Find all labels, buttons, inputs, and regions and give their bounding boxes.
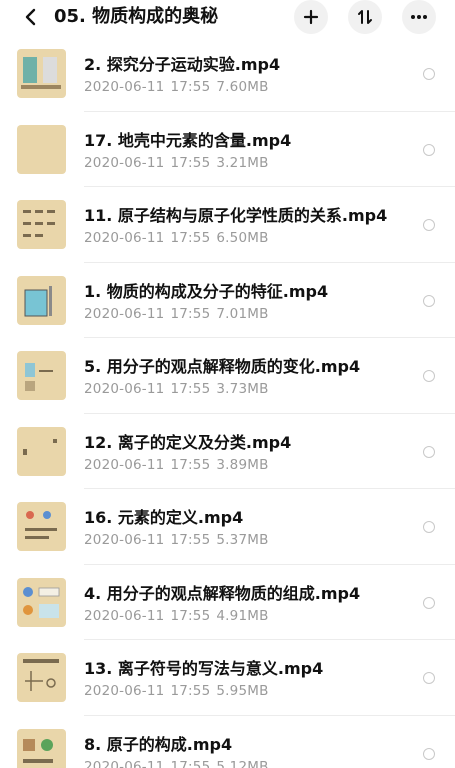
- file-time: 17:55: [170, 154, 211, 171]
- select-radio[interactable]: [423, 672, 435, 684]
- video-thumbnail: [17, 728, 66, 768]
- file-row[interactable]: 8. 原子的构成.mp4 2020-06-11 17:55 5.12MB: [0, 716, 455, 768]
- video-thumbnail: [17, 426, 66, 476]
- file-size: 7.60MB: [216, 79, 269, 95]
- file-time: 17:55: [170, 381, 211, 397]
- file-row[interactable]: 13. 离子符号的写法与意义.mp4 2020-06-11 17:55 5.95MB: [0, 640, 455, 716]
- file-time: 17:55: [170, 683, 211, 699]
- video-thumbnail: [17, 351, 66, 400]
- file-meta: 2020-06-11 17:55 4.91MB: [84, 608, 275, 624]
- select-radio[interactable]: [423, 747, 435, 760]
- file-date: 2020-06-11: [84, 305, 165, 322]
- file-time: 17:55: [170, 758, 211, 768]
- video-thumbnail: [17, 653, 66, 702]
- file-name: 5. 用分子的观点解释物质的变化.mp4: [84, 357, 361, 376]
- select-radio[interactable]: [423, 445, 435, 458]
- file-row[interactable]: 1. 物质的构成及分子的特征.mp4 2020-06-11 17:55 7.01MB: [0, 263, 455, 339]
- file-size: 4.91MB: [216, 607, 269, 624]
- file-date: 2020-06-11: [84, 154, 165, 171]
- file-name: 16. 元素的定义.mp4: [84, 508, 244, 527]
- file-name: 1. 物质的构成及分子的特征.mp4: [84, 281, 329, 301]
- file-size: 3.89MB: [216, 456, 269, 473]
- more-horizontal-icon: [411, 15, 427, 19]
- file-size: 6.50MB: [216, 230, 269, 246]
- add-button[interactable]: [294, 0, 328, 34]
- file-time: 17:55: [170, 456, 211, 473]
- file-row[interactable]: 12. 离子的定义及分类.mp4 2020-06-11 17:55 3.89MB: [0, 414, 455, 490]
- sort-icon: [358, 10, 372, 24]
- file-date: 2020-06-11: [84, 758, 165, 768]
- file-row[interactable]: 2. 探究分子运动实验.mp4 2020-06-11 17:55 7.60MB: [0, 36, 455, 112]
- file-time: 17:55: [170, 532, 211, 548]
- select-radio[interactable]: [423, 370, 435, 382]
- file-size: 5.95MB: [216, 683, 269, 699]
- file-meta: 2020-06-11 17:55 3.89MB: [84, 457, 275, 473]
- file-date: 2020-06-11: [84, 381, 165, 397]
- file-meta: 2020-06-11 17:55 3.21MB: [84, 155, 275, 171]
- file-meta: 2020-06-11 17:55 5.95MB: [84, 683, 275, 699]
- file-name: 2. 探究分子运动实验.mp4: [84, 55, 281, 74]
- file-name: 11. 原子结构与原子化学性质的关系.mp4: [84, 206, 388, 225]
- top-bar: 05. 物质构成的奥秘: [0, 0, 455, 36]
- file-date: 2020-06-11: [84, 456, 165, 473]
- file-time: 17:55: [170, 305, 211, 322]
- file-row[interactable]: 17. 地壳中元素的含量.mp4 2020-06-11 17:55 3.21MB: [0, 112, 455, 188]
- file-name: 8. 原子的构成.mp4: [84, 734, 233, 754]
- file-size: 5.37MB: [216, 532, 269, 548]
- file-date: 2020-06-11: [84, 607, 165, 624]
- file-date: 2020-06-11: [84, 532, 165, 548]
- file-date: 2020-06-11: [84, 230, 165, 246]
- more-button[interactable]: [402, 0, 436, 34]
- select-radio[interactable]: [423, 521, 435, 533]
- video-thumbnail: [17, 200, 66, 249]
- select-radio[interactable]: [423, 294, 435, 307]
- file-time: 17:55: [170, 230, 211, 246]
- file-size: 7.01MB: [216, 305, 269, 322]
- file-date: 2020-06-11: [84, 683, 165, 699]
- sort-button[interactable]: [348, 0, 382, 34]
- video-thumbnail: [17, 502, 66, 551]
- file-row[interactable]: 16. 元素的定义.mp4 2020-06-11 17:55 5.37MB: [0, 489, 455, 565]
- video-thumbnail: [17, 49, 66, 98]
- file-size: 5.12MB: [216, 758, 269, 768]
- file-meta: 2020-06-11 17:55 6.50MB: [84, 230, 275, 246]
- file-meta: 2020-06-11 17:55 7.60MB: [84, 79, 275, 95]
- select-radio[interactable]: [423, 68, 435, 80]
- select-radio[interactable]: [423, 219, 435, 231]
- file-meta: 2020-06-11 17:55 5.37MB: [84, 532, 275, 548]
- file-name: 4. 用分子的观点解释物质的组成.mp4: [84, 583, 361, 603]
- video-thumbnail: [17, 577, 66, 627]
- file-row[interactable]: 5. 用分子的观点解释物质的变化.mp4 2020-06-11 17:55 3.73…: [0, 338, 455, 414]
- file-row[interactable]: 4. 用分子的观点解释物质的组成.mp4 2020-06-11 17:55 4.91…: [0, 565, 455, 641]
- file-name: 17. 地壳中元素的含量.mp4: [84, 130, 292, 150]
- file-meta: 2020-06-11 17:55 5.12MB: [84, 759, 275, 768]
- file-date: 2020-06-11: [84, 79, 165, 95]
- file-time: 17:55: [170, 607, 211, 624]
- file-meta: 2020-06-11 17:55 3.73MB: [84, 381, 275, 397]
- file-meta: 2020-06-11 17:55 7.01MB: [84, 306, 275, 322]
- back-button[interactable]: [18, 4, 44, 30]
- chevron-left-icon: [25, 8, 36, 26]
- file-list: 2. 探究分子运动实验.mp4 2020-06-11 17:55 7.60MB 17…: [0, 36, 455, 768]
- video-thumbnail: [17, 124, 66, 174]
- select-radio[interactable]: [423, 143, 435, 156]
- file-size: 3.21MB: [216, 154, 269, 171]
- plus-icon: [303, 9, 319, 25]
- video-thumbnail: [17, 275, 66, 325]
- file-time: 17:55: [170, 79, 211, 95]
- file-name: 13. 离子符号的写法与意义.mp4: [84, 659, 324, 678]
- select-radio[interactable]: [423, 596, 435, 609]
- file-size: 3.73MB: [216, 381, 269, 397]
- file-row[interactable]: 11. 原子结构与原子化学性质的关系.mp4 2020-06-11 17:55 6.…: [0, 187, 455, 263]
- file-name: 12. 离子的定义及分类.mp4: [84, 432, 292, 452]
- page-title: 05. 物质构成的奥秘: [54, 6, 219, 27]
